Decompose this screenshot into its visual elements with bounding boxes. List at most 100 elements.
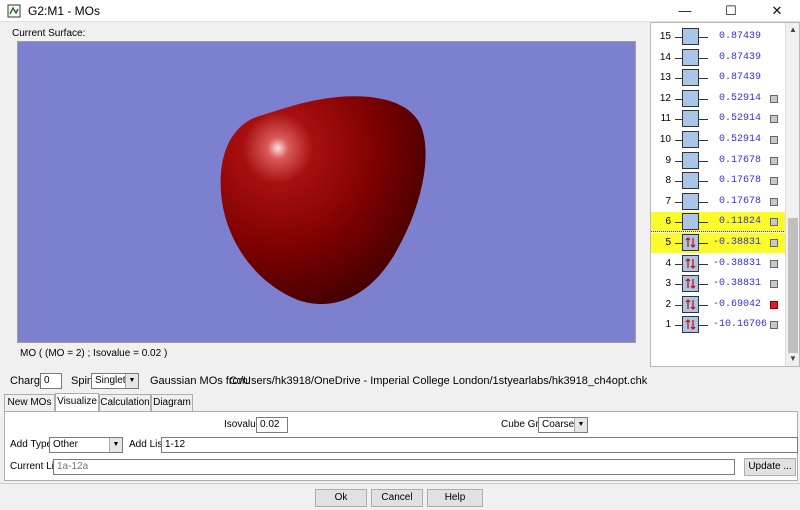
orbital-select-checkbox[interactable]: [770, 177, 778, 186]
level-line-right: [699, 304, 708, 306]
orbital-level-2[interactable]: 2 -0.69042: [651, 295, 786, 315]
empty-orbital-icon: [682, 213, 699, 231]
info-row: Charge: 0 Spin: Singlet ▼ Gaussian MOs f…: [0, 370, 800, 392]
orbital-energy: 0.17678: [718, 175, 761, 187]
empty-orbital-icon: [682, 48, 699, 66]
update-button[interactable]: Update ...: [744, 458, 796, 476]
current-list-field[interactable]: 1a-12a: [53, 459, 735, 475]
orbital-level-10[interactable]: 10 0.52914: [651, 130, 786, 150]
orbital-level-13[interactable]: 13 0.87439: [651, 68, 786, 88]
orbital-energy: 0.87439: [718, 31, 761, 42]
scrollbar-thumb[interactable]: [788, 218, 798, 353]
ok-button[interactable]: Ok: [315, 489, 367, 507]
orbital-level-14[interactable]: 14 0.87439: [651, 48, 786, 68]
electron-pair-icon: [682, 234, 699, 251]
add-list-field[interactable]: 1-12: [161, 437, 798, 453]
charge-field[interactable]: 0: [40, 373, 62, 389]
maximize-button[interactable]: ☐: [708, 0, 754, 22]
orbital-level-3[interactable]: 3 -0.38831: [651, 274, 786, 294]
orbital-select-checkbox[interactable]: [770, 94, 778, 103]
level-line-right: [699, 181, 708, 183]
orbital-select-checkbox[interactable]: [770, 300, 778, 309]
cube-grid-select[interactable]: Coarse ▼: [538, 417, 588, 433]
empty-orbital-icon: [682, 110, 699, 128]
orbital-number: 9: [665, 154, 671, 166]
level-line-right: [699, 140, 708, 141]
spin-select[interactable]: Singlet ▼: [91, 373, 139, 389]
orbital-energy: -0.38831: [713, 237, 762, 248]
orbital-energy: -0.38831: [713, 257, 762, 269]
scroll-up-arrow-icon[interactable]: ▲: [786, 23, 799, 37]
orbital-level-6[interactable]: 6 0.11824: [651, 212, 786, 233]
orbital-select-checkbox[interactable]: [770, 280, 778, 289]
orbital-select-checkbox[interactable]: [770, 197, 778, 206]
orbital-level-1[interactable]: 1 -10.16706: [651, 315, 786, 335]
tab-new-mos[interactable]: New MOs: [4, 394, 55, 411]
orbital-select-checkbox[interactable]: [770, 136, 778, 144]
orbital-level-9[interactable]: 9 0.17678: [651, 151, 786, 171]
orbital-energy: 0.52914: [718, 134, 761, 145]
empty-orbital-icon: [682, 89, 699, 107]
tab-calculation[interactable]: Calculation: [99, 394, 151, 411]
level-line-right: [699, 78, 708, 80]
minimize-button[interactable]: —: [662, 0, 708, 22]
orbital-number: 5: [665, 237, 671, 248]
level-line-right: [699, 222, 708, 224]
level-line-right: [699, 263, 708, 265]
orbital-number: 11: [660, 113, 671, 125]
mo-status-text: MO ( (MO = 2) ; Isovalue = 0.02 ): [20, 348, 168, 359]
orbital-3d-viewport[interactable]: [17, 41, 636, 343]
electron-pair-icon: [682, 254, 699, 272]
orbital-select-checkbox[interactable]: [770, 156, 778, 165]
spin-value: Singlet: [95, 375, 126, 386]
surface-panel: Current Surface: MO ( (MO = 2) ; Isovalu…: [4, 22, 644, 362]
orbital-energy: 0.17678: [718, 195, 761, 207]
orbital-select-checkbox[interactable]: [770, 259, 778, 268]
orbital-lobe-graphic: [220, 96, 426, 305]
chevron-down-icon: ▼: [125, 374, 138, 388]
empty-orbital-icon: [682, 192, 699, 210]
electron-pair-icon: [682, 275, 699, 293]
source-path: C:/Users/hk3918/OneDrive - Imperial Coll…: [229, 375, 648, 387]
orbital-number: 2: [665, 298, 671, 310]
empty-orbital-icon: [682, 151, 699, 169]
help-button[interactable]: Help: [427, 489, 483, 507]
orbital-level-11[interactable]: 11 0.52914: [651, 109, 786, 129]
close-button[interactable]: ✕: [754, 0, 800, 22]
orbital-number: 12: [659, 92, 671, 104]
orbital-energy: -0.38831: [713, 278, 762, 290]
electron-pair-icon: [682, 316, 699, 334]
tab-visualize[interactable]: Visualize: [55, 393, 99, 412]
orbital-select-checkbox[interactable]: [770, 218, 778, 227]
orbital-level-4[interactable]: 4 -0.38831: [651, 254, 786, 274]
tab-diagram[interactable]: Diagram: [151, 394, 193, 411]
orbital-select-checkbox[interactable]: [770, 115, 778, 124]
orbital-level-5[interactable]: 5 -0.38831: [651, 233, 786, 253]
level-line-right: [699, 201, 708, 203]
empty-orbital-icon: [682, 69, 699, 87]
electron-pair-icon: [682, 295, 699, 313]
orbital-number: 15: [659, 31, 671, 42]
orbital-level-8[interactable]: 8 0.17678: [651, 171, 786, 191]
orbital-energy: 0.11824: [718, 216, 761, 228]
orbital-number: 1: [665, 319, 671, 331]
orbital-level-7[interactable]: 7 0.17678: [651, 192, 786, 212]
orbital-list-scrollbar[interactable]: ▲ ▼: [785, 23, 799, 366]
scroll-down-arrow-icon[interactable]: ▼: [786, 352, 799, 366]
window-title: G2:M1 - MOs: [28, 4, 101, 18]
orbital-select-checkbox[interactable]: [770, 239, 778, 247]
orbital-select-checkbox[interactable]: [770, 321, 778, 330]
orbital-level-15[interactable]: 15 0.87439: [651, 27, 786, 47]
cancel-button[interactable]: Cancel: [371, 489, 423, 507]
empty-orbital-icon: [682, 172, 699, 190]
isovalue-field[interactable]: 0.02: [256, 417, 288, 433]
chevron-down-icon: ▼: [574, 418, 587, 432]
orbital-number: 13: [659, 72, 671, 84]
orbital-level-12[interactable]: 12 0.52914: [651, 89, 786, 109]
chevron-down-icon: ▼: [109, 438, 122, 452]
level-line-right: [699, 98, 708, 100]
current-surface-label: Current Surface:: [12, 28, 86, 39]
orbital-energy-list[interactable]: 15 0.87439 14 0.87439 13 0.87439 12 0.52914 11 0.…: [650, 22, 800, 367]
add-type-select[interactable]: Other ▼: [49, 437, 123, 453]
orbital-energy: 0.87439: [718, 72, 761, 84]
